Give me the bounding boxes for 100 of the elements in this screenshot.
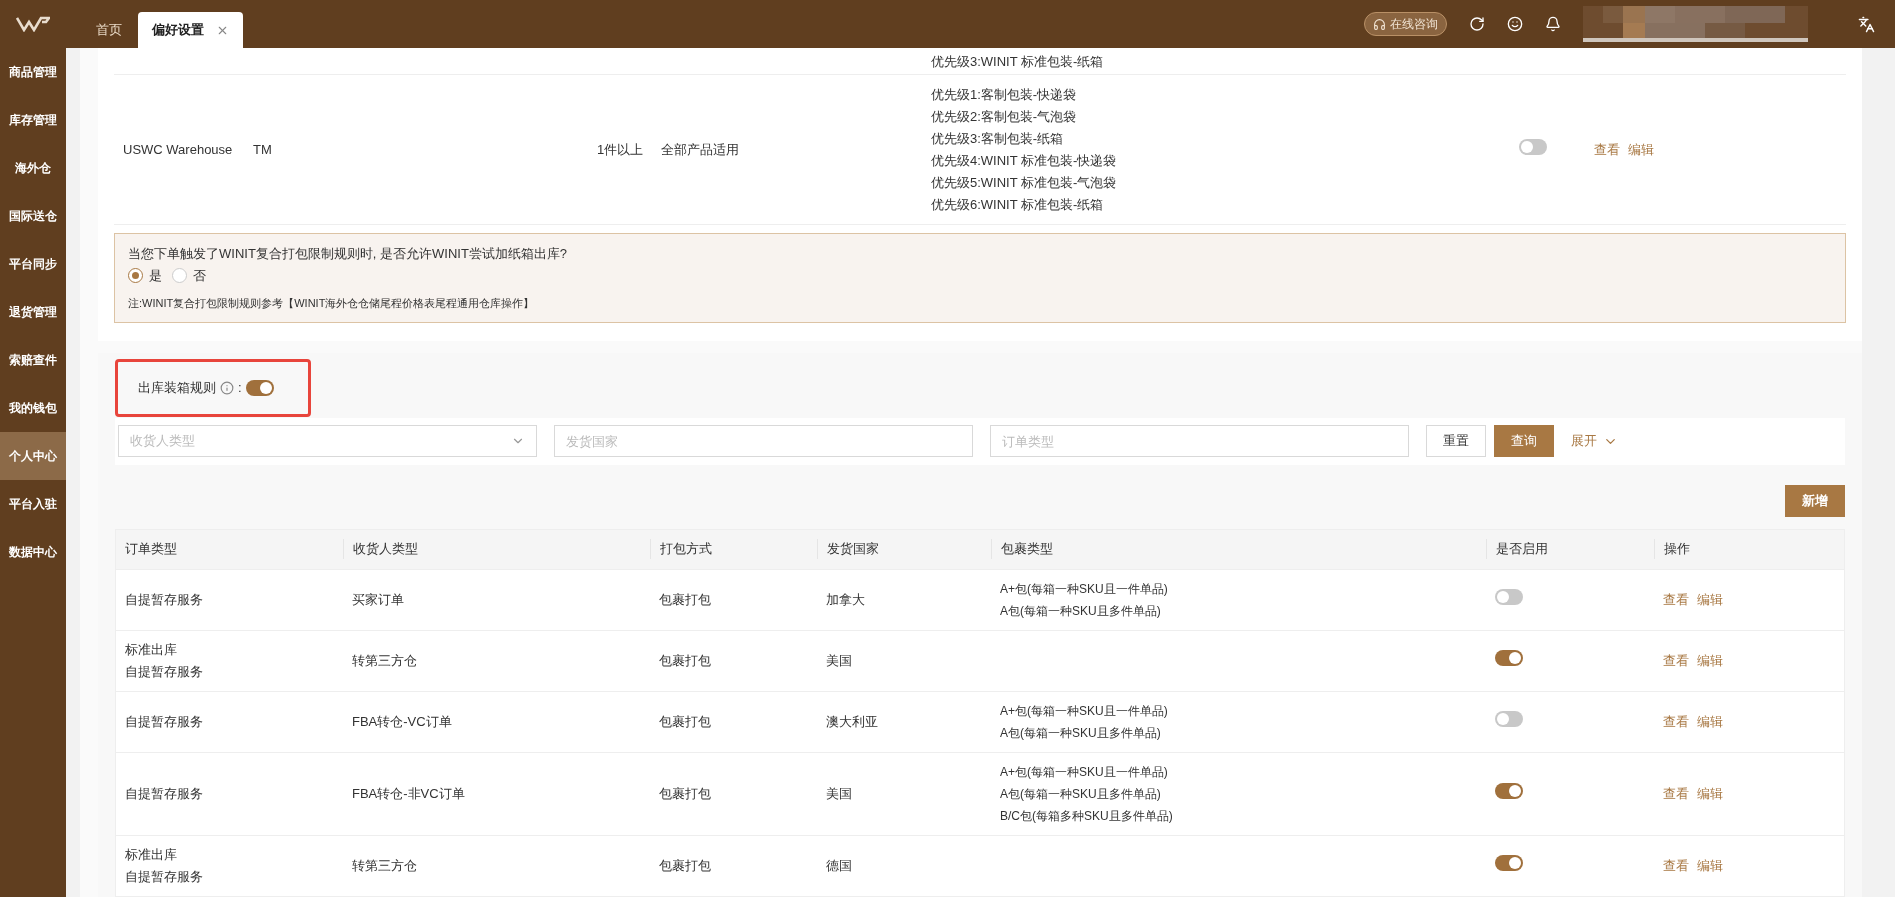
sidebar-item[interactable]: 库存管理 <box>0 96 66 144</box>
table-cell: 美国 <box>826 785 852 801</box>
sidebar-item[interactable]: 个人中心 <box>0 432 66 480</box>
headset-icon <box>1373 17 1386 31</box>
table-cell: 美国 <box>826 652 852 668</box>
table-cell: 加拿大 <box>826 591 865 607</box>
toggle-switch[interactable] <box>1495 854 1523 871</box>
priority-text: 优先级5:WINIT 标准包装-气泡袋 <box>931 173 1118 192</box>
package-type-text: A+包(每箱一种SKU且一件单品) <box>1000 763 1169 781</box>
table-cell-text: USWC Warehouse <box>123 140 234 159</box>
sidebar-item[interactable]: 国际送仓 <box>0 192 66 240</box>
column-header: 打包方式 <box>650 539 817 559</box>
action-link[interactable]: 编辑 <box>1697 855 1723 876</box>
priority-text: 优先级6:WINIT 标准包装-纸箱 <box>931 195 1105 214</box>
table-cell-text: 1件以上 <box>597 140 645 159</box>
toggle-switch[interactable] <box>1495 782 1523 799</box>
sidebar-item[interactable]: 我的钱包 <box>0 384 66 432</box>
action-link[interactable]: 编辑 <box>1628 139 1654 160</box>
package-type-text: A+包(每箱一种SKU且一件单品) <box>1000 580 1169 598</box>
input-field[interactable]: 发货国家 <box>554 425 973 457</box>
table-cell: 包裹打包 <box>659 857 711 873</box>
priority-text: 优先级2:客制包装-气泡袋 <box>931 107 1078 126</box>
toggle-switch[interactable] <box>1495 649 1523 666</box>
radio-option[interactable]: 是 <box>128 265 162 285</box>
toggle-switch[interactable] <box>1495 588 1523 605</box>
notice-question: 当您下单触发了WINIT复合打包限制规则时, 是否允许WINIT尝试加纸箱出库? <box>128 245 569 263</box>
order-type-text: 自提暂存服务 <box>125 590 204 609</box>
table-cell-text: TM <box>253 140 273 159</box>
action-link[interactable]: 编辑 <box>1697 711 1723 732</box>
priority-text: 优先级1:客制包装-快递袋 <box>931 85 1078 104</box>
consult-button[interactable]: 在线咨询 <box>1364 12 1447 36</box>
table-cell: 转第三方仓 <box>352 652 417 668</box>
priority-text: 优先级3:WINIT 标准包装-纸箱 <box>931 53 1104 71</box>
reset-button[interactable]: 重置 <box>1426 425 1486 457</box>
package-type-text: A包(每箱一种SKU且多件单品) <box>1000 602 1162 620</box>
sidebar-item[interactable]: 商品管理 <box>0 48 66 96</box>
translate-icon[interactable] <box>1858 15 1875 33</box>
info-icon[interactable] <box>220 380 234 395</box>
order-type-text: 自提暂存服务 <box>125 662 204 681</box>
table-cell: FBA转仓-VC订单 <box>352 713 452 729</box>
expand-button[interactable]: 展开 <box>1571 431 1618 451</box>
action-link[interactable]: 查看 <box>1594 139 1620 160</box>
table-cell: 买家订单 <box>352 591 404 607</box>
action-link[interactable]: 编辑 <box>1697 783 1723 804</box>
sidebar-item[interactable]: 海外仓 <box>0 144 66 192</box>
section-title: 出库装箱规则 <box>138 378 216 397</box>
action-link[interactable]: 查看 <box>1663 650 1689 671</box>
sidebar-item[interactable]: 退货管理 <box>0 288 66 336</box>
page-tab[interactable]: 首页 <box>82 12 136 48</box>
column-header: 是否启用 <box>1486 539 1654 559</box>
sidebar-item[interactable]: 平台同步 <box>0 240 66 288</box>
colon-text: : <box>238 378 242 397</box>
column-header: 操作 <box>1654 539 1844 559</box>
add-button[interactable]: 新增 <box>1785 484 1845 517</box>
page-tab[interactable]: 偏好设置 <box>138 12 243 48</box>
action-link[interactable]: 编辑 <box>1697 650 1723 671</box>
priority-text: 优先级4:WINIT 标准包装-快递袋 <box>931 151 1118 170</box>
input-field[interactable]: 订单类型 <box>990 425 1409 457</box>
bell-icon[interactable] <box>1545 16 1561 32</box>
table-cell-text: 全部产品适用 <box>661 140 740 159</box>
package-type-text: A包(每箱一种SKU且多件单品) <box>1000 724 1162 742</box>
action-link[interactable]: 查看 <box>1663 855 1689 876</box>
action-link[interactable]: 查看 <box>1663 589 1689 610</box>
package-type-text: A包(每箱一种SKU且多件单品) <box>1000 785 1162 803</box>
priority-text: 优先级3:客制包装-纸箱 <box>931 129 1065 148</box>
toggle-switch[interactable] <box>245 379 274 396</box>
column-header: 收货人类型 <box>343 539 650 559</box>
note-text: 注:WINIT复合打包限制规则参考【WINIT海外仓仓储尾程价格表尾程通用仓库操作】 <box>128 296 536 311</box>
action-link[interactable]: 查看 <box>1663 711 1689 732</box>
radio-option[interactable]: 否 <box>172 265 206 285</box>
action-link[interactable]: 编辑 <box>1697 589 1723 610</box>
radio-icon[interactable] <box>128 267 143 283</box>
smile-icon[interactable] <box>1507 16 1523 32</box>
table-cell: 德国 <box>826 857 852 873</box>
toggle-switch[interactable] <box>1495 710 1523 727</box>
table-cell: 包裹打包 <box>659 591 711 607</box>
table-cell: 澳大利亚 <box>826 713 878 729</box>
radio-icon[interactable] <box>172 267 187 283</box>
column-header: 发货国家 <box>817 539 991 559</box>
package-type-text: B/C包(每箱多种SKU且多件单品) <box>1000 807 1174 825</box>
logo-icon <box>16 16 50 32</box>
sidebar-item[interactable]: 数据中心 <box>0 528 66 576</box>
table-cell: 转第三方仓 <box>352 857 417 873</box>
table-cell: FBA转仓-非VC订单 <box>352 785 465 801</box>
order-type-text: 自提暂存服务 <box>125 712 204 731</box>
order-type-text: 自提暂存服务 <box>125 784 204 803</box>
table-cell: 包裹打包 <box>659 785 711 801</box>
action-link[interactable]: 查看 <box>1663 783 1689 804</box>
order-type-text: 自提暂存服务 <box>125 867 204 886</box>
query-button[interactable]: 查询 <box>1494 425 1554 457</box>
table-cell: 包裹打包 <box>659 652 711 668</box>
toggle-switch[interactable] <box>1519 138 1547 155</box>
order-type-text: 标准出库 <box>125 640 178 659</box>
sidebar-item[interactable]: 索赔查件 <box>0 336 66 384</box>
table-cell: 包裹打包 <box>659 713 711 729</box>
column-header: 包裹类型 <box>991 539 1486 559</box>
order-type-text: 标准出库 <box>125 845 178 864</box>
refresh-icon[interactable] <box>1469 16 1485 32</box>
sidebar-item[interactable]: 平台入驻 <box>0 480 66 528</box>
package-type-text: A+包(每箱一种SKU且一件单品) <box>1000 702 1169 720</box>
